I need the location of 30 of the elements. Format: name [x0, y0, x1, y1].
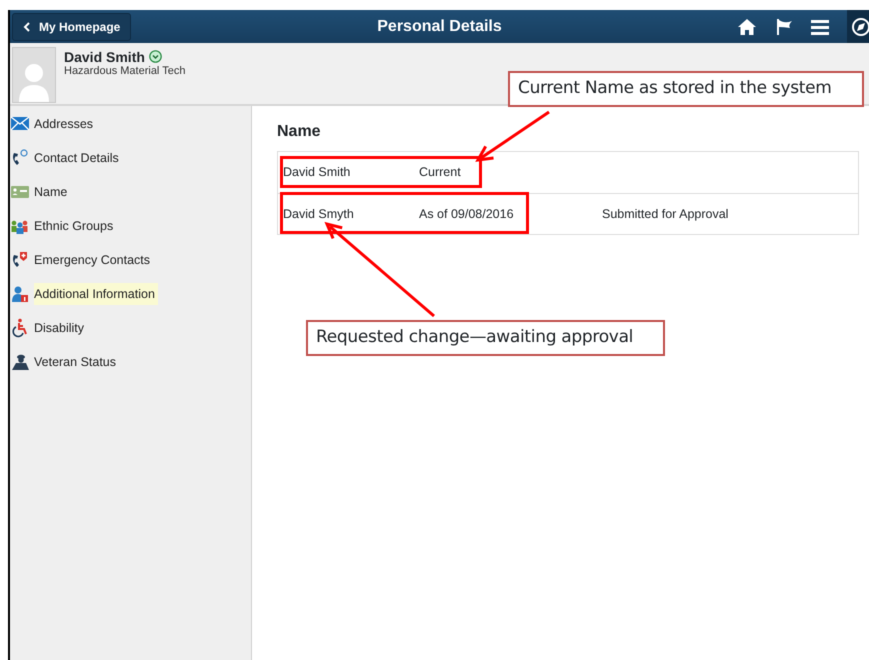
compass-icon[interactable] — [851, 16, 869, 36]
table-cell-text: As of 09/08/2016 — [419, 206, 515, 223]
phone-cross-icon — [10, 250, 30, 270]
table-cell-text: David Smyth — [282, 206, 355, 223]
home-icon[interactable] — [737, 18, 757, 36]
sidebar-item[interactable]: Veteran Status — [34, 350, 120, 374]
sidebar-item[interactable]: Additional Information — [34, 282, 158, 306]
sidebar-item[interactable]: Contact Details — [34, 146, 122, 170]
page-title: Personal Details — [377, 16, 502, 36]
sidebar-item[interactable]: Addresses — [34, 112, 96, 136]
back-button[interactable]: My Homepage — [12, 12, 132, 40]
callout-label: Requested change—awaiting approval — [306, 320, 665, 356]
flag-icon[interactable] — [775, 18, 793, 36]
sidebar-item[interactable]: Disability — [34, 316, 88, 340]
sidebar-item[interactable]: Emergency Contacts — [34, 248, 154, 272]
wheelchair-icon — [10, 318, 30, 338]
menu-icon[interactable] — [811, 18, 829, 34]
job-title: Hazardous Material Tech — [64, 65, 186, 77]
soldier-icon — [10, 352, 30, 372]
employee-name: David Smith — [64, 49, 145, 65]
sidebar-item[interactable]: Name — [34, 180, 70, 204]
table-cell-text: Current — [419, 164, 462, 182]
table-cell-text: Submitted for Approval — [602, 206, 728, 223]
sidebar-item[interactable]: Ethnic Groups — [34, 214, 116, 238]
callout-label: Current Name as stored in the system — [508, 71, 864, 106]
person-info-icon — [10, 284, 30, 304]
chevron-left-icon — [23, 22, 31, 32]
section-heading: Name — [277, 122, 322, 142]
table-cell-text: David Smith — [282, 164, 352, 182]
dropdown-icon[interactable] — [148, 50, 162, 62]
